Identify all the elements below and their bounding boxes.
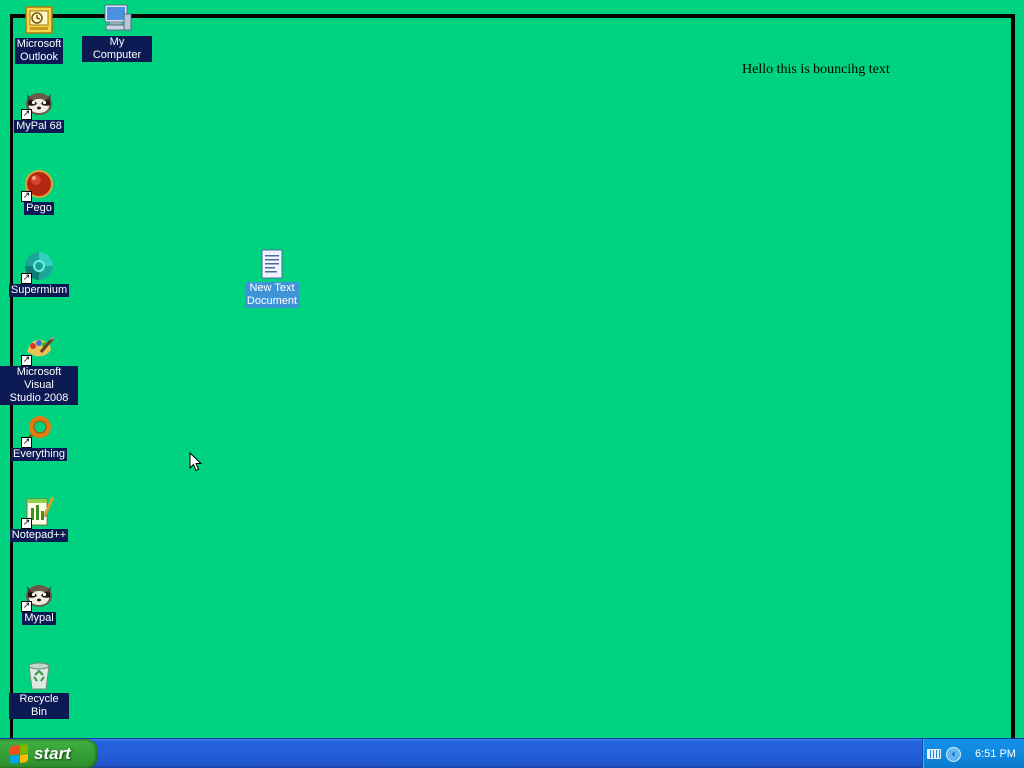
taskbar: start ‹ 6:51 PM [0, 738, 1024, 768]
shortcut-arrow-icon: ↗ [21, 191, 32, 202]
shortcut-arrow-icon: ↗ [21, 109, 32, 120]
desktop-icon-microsoft-outlook[interactable]: Microsoft Outlook [11, 4, 67, 64]
desktop-frame [10, 14, 1015, 744]
desktop-icon-everything[interactable]: ↗ Everything [11, 414, 67, 461]
desktop-icon-visual-studio-2008[interactable]: ↗ Microsoft Visual Studio 2008 [0, 332, 78, 405]
everything-search-icon: ↗ [21, 414, 55, 448]
desktop-icon-notepad-plus-plus[interactable]: ↗ Notepad++ [9, 495, 69, 542]
desktop-icon-mypal[interactable]: ↗ Mypal [11, 578, 67, 625]
desktop-icon-label: Notepad++ [9, 529, 69, 542]
desktop-icon-new-text-document[interactable]: New Text Document [244, 248, 300, 308]
mouse-cursor-icon [189, 452, 203, 472]
text-document-icon [256, 248, 288, 280]
desktop-icon-supermium[interactable]: ↗ Supermium [8, 250, 70, 297]
desktop-icon-label: Pego [24, 202, 54, 215]
start-button[interactable]: start [0, 739, 98, 768]
desktop-icon-recycle-bin[interactable]: Recycle Bin [9, 659, 69, 719]
desktop-icon-label: Recycle Bin [9, 693, 69, 719]
desktop-icon-label: Supermium [8, 284, 70, 297]
shortcut-arrow-icon: ↗ [21, 437, 32, 448]
desktop-icon-label: Microsoft Visual Studio 2008 [0, 366, 78, 405]
show-hidden-icons-chevron[interactable]: ‹ [946, 746, 961, 762]
shortcut-arrow-icon: ↗ [21, 601, 32, 612]
notepad-plus-plus-icon: ↗ [21, 495, 55, 529]
desktop-icon-pego[interactable]: ↗ Pego [11, 168, 67, 215]
recycle-bin-icon [23, 659, 55, 691]
system-tray: ‹ 6:51 PM [922, 739, 1024, 768]
pego-icon: ↗ [21, 168, 55, 202]
desktop-icon-mypal-68[interactable]: ↗ MyPal 68 [11, 86, 67, 133]
visual-studio-icon: ↗ [21, 332, 55, 366]
desktop-icon-label: Mypal [22, 612, 56, 625]
desktop-icon-label: Everything [11, 448, 67, 461]
windows-logo-icon [10, 744, 28, 764]
my-computer-icon [101, 2, 133, 34]
start-label: start [34, 744, 71, 763]
desktop-icon-my-computer[interactable]: My Computer [82, 2, 152, 62]
outlook-icon [23, 4, 55, 36]
shortcut-arrow-icon: ↗ [21, 273, 32, 284]
mypal-icon: ↗ [21, 578, 55, 612]
keyboard-icon[interactable] [927, 749, 941, 759]
shortcut-arrow-icon: ↗ [21, 355, 32, 366]
desktop-icon-label: New Text Document [244, 282, 300, 308]
supermium-icon: ↗ [21, 250, 55, 284]
desktop-icon-label: My Computer [82, 36, 152, 62]
desktop-icon-label: MyPal 68 [14, 120, 64, 133]
bouncing-text: Hello this is bouncihg text [742, 62, 890, 77]
desktop-icon-label: Microsoft Outlook [14, 38, 64, 64]
clock[interactable]: 6:51 PM [975, 748, 1016, 760]
shortcut-arrow-icon: ↗ [21, 518, 32, 529]
mypal-icon: ↗ [21, 86, 55, 120]
